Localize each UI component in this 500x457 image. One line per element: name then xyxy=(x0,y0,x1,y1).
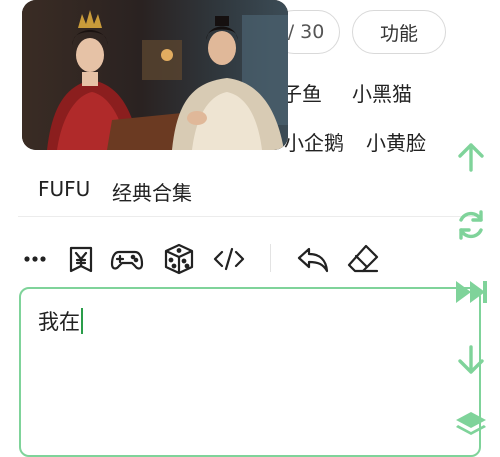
refresh-icon[interactable] xyxy=(452,206,490,244)
floating-video-player[interactable] xyxy=(22,0,288,150)
quick-item-black-cat[interactable]: 小黑猫 xyxy=(352,78,412,107)
eraser-icon[interactable] xyxy=(344,240,382,278)
yuan-icon[interactable] xyxy=(62,240,100,278)
quick-item-classic-collection[interactable]: 经典合集 xyxy=(112,177,192,206)
quick-item-penguin[interactable]: 小企鹅 xyxy=(284,127,344,156)
fast-forward-icon[interactable] xyxy=(452,273,490,311)
arrow-down-icon[interactable] xyxy=(452,341,490,379)
function-button[interactable]: 功能 xyxy=(352,10,446,54)
quick-item-yellow-face[interactable]: 小黄脸 xyxy=(366,127,426,156)
video-frame xyxy=(22,0,288,150)
layers-icon[interactable] xyxy=(452,406,490,444)
gamepad-icon[interactable] xyxy=(108,240,146,278)
undo-icon[interactable] xyxy=(294,240,332,278)
code-icon[interactable] xyxy=(210,240,248,278)
message-input-content: 我在 xyxy=(38,306,83,336)
dice-icon[interactable] xyxy=(160,240,198,278)
divider xyxy=(18,216,480,217)
toolbar-separator xyxy=(270,244,271,272)
message-input-value: 我在 xyxy=(38,310,80,334)
quick-item-fufu[interactable]: FUFU xyxy=(38,177,90,201)
more-icon[interactable] xyxy=(16,240,54,278)
arrow-up-icon[interactable] xyxy=(452,138,490,176)
page-counter: / 30 xyxy=(287,21,325,43)
function-button-label: 功能 xyxy=(379,22,418,45)
message-input[interactable]: 我在 xyxy=(19,287,481,457)
text-caret xyxy=(81,308,83,334)
